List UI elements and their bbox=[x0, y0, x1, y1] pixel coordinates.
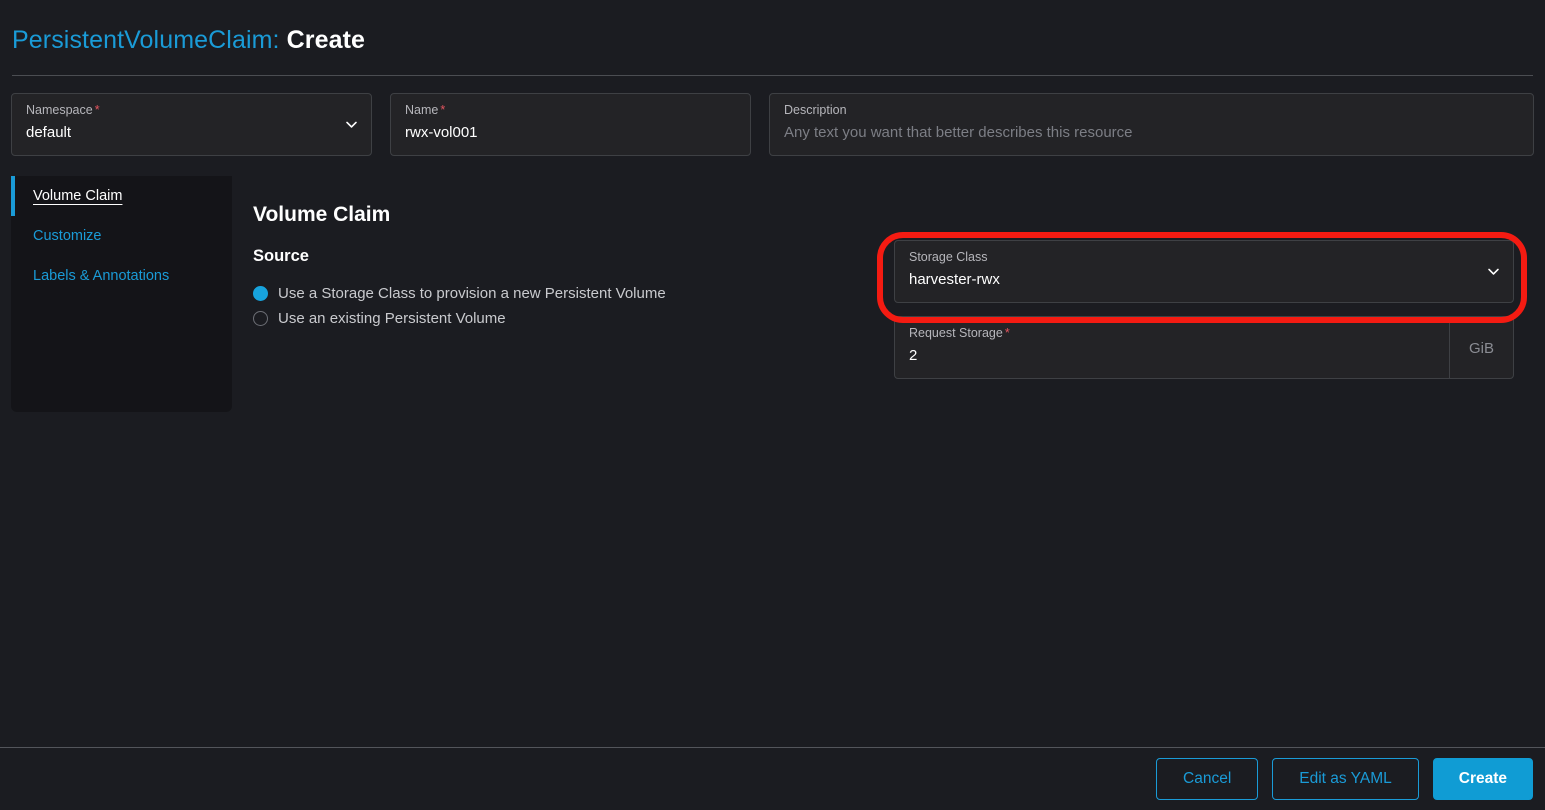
description-label: Description bbox=[784, 103, 1519, 118]
create-button[interactable]: Create bbox=[1433, 758, 1533, 800]
top-form-row: Namespace* default Name* rwx-vol001 Desc… bbox=[11, 93, 1534, 156]
edit-as-yaml-button[interactable]: Edit as YAML bbox=[1272, 758, 1418, 800]
radio-existing-volume[interactable]: Use an existing Persistent Volume bbox=[253, 306, 666, 331]
name-required-marker: * bbox=[440, 103, 445, 117]
radio-storage-class[interactable]: Use a Storage Class to provision a new P… bbox=[253, 281, 666, 306]
request-storage-input[interactable]: Request Storage* 2 GiB bbox=[894, 316, 1514, 379]
namespace-required-marker: * bbox=[95, 103, 100, 117]
namespace-value: default bbox=[26, 124, 357, 141]
name-value: rwx-vol001 bbox=[405, 124, 736, 141]
storage-class-select[interactable]: Storage Class harvester-rwx bbox=[894, 240, 1514, 303]
description-placeholder: Any text you want that better describes … bbox=[784, 124, 1519, 141]
page-title-resource: PersistentVolumeClaim: bbox=[12, 26, 280, 54]
page-title-action: Create bbox=[287, 26, 365, 54]
request-storage-label-text: Request Storage bbox=[909, 326, 1003, 340]
sidebar-item-label: Volume Claim bbox=[33, 188, 122, 204]
volume-claim-panel: Volume Claim Source Use a Storage Class … bbox=[232, 169, 1533, 412]
pvc-create-page: PersistentVolumeClaim: Create Namespace*… bbox=[0, 0, 1545, 810]
source-heading: Source bbox=[253, 247, 309, 266]
page-title: PersistentVolumeClaim: Create bbox=[12, 26, 365, 55]
request-storage-required-marker: * bbox=[1005, 326, 1010, 340]
chevron-down-icon bbox=[345, 118, 358, 131]
header-divider bbox=[12, 75, 1533, 76]
sidebar-item-label: Labels & Annotations bbox=[33, 268, 169, 284]
radio-label: Use an existing Persistent Volume bbox=[278, 310, 506, 327]
storage-class-value: harvester-rwx bbox=[909, 271, 1499, 288]
source-radio-group: Use a Storage Class to provision a new P… bbox=[253, 281, 666, 331]
sidebar-item-customize[interactable]: Customize bbox=[11, 216, 232, 256]
sidebar-item-labels-annotations[interactable]: Labels & Annotations bbox=[11, 256, 232, 296]
name-label-text: Name bbox=[405, 103, 438, 117]
storage-fields: Storage Class harvester-rwx Request Stor… bbox=[894, 240, 1514, 379]
tab-sidebar: Volume Claim Customize Labels & Annotati… bbox=[11, 176, 232, 412]
namespace-select[interactable]: Namespace* default bbox=[11, 93, 372, 156]
namespace-label: Namespace* bbox=[26, 103, 357, 118]
footer-actions: Cancel Edit as YAML Create bbox=[0, 748, 1545, 810]
request-storage-unit: GiB bbox=[1449, 318, 1513, 379]
chevron-down-icon bbox=[1487, 265, 1500, 278]
radio-selected-icon bbox=[253, 286, 268, 301]
sidebar-item-label: Customize bbox=[33, 228, 102, 244]
storage-class-label: Storage Class bbox=[909, 250, 1499, 265]
name-input[interactable]: Name* rwx-vol001 bbox=[390, 93, 751, 156]
description-input[interactable]: Description Any text you want that bette… bbox=[769, 93, 1534, 156]
cancel-button[interactable]: Cancel bbox=[1156, 758, 1258, 800]
request-storage-label: Request Storage* bbox=[909, 326, 1499, 341]
section-title: Volume Claim bbox=[253, 203, 390, 227]
radio-label: Use a Storage Class to provision a new P… bbox=[278, 285, 666, 302]
name-label: Name* bbox=[405, 103, 736, 118]
radio-unselected-icon bbox=[253, 311, 268, 326]
sidebar-item-volume-claim[interactable]: Volume Claim bbox=[11, 176, 232, 216]
namespace-label-text: Namespace bbox=[26, 103, 93, 117]
request-storage-value: 2 bbox=[909, 347, 1499, 364]
